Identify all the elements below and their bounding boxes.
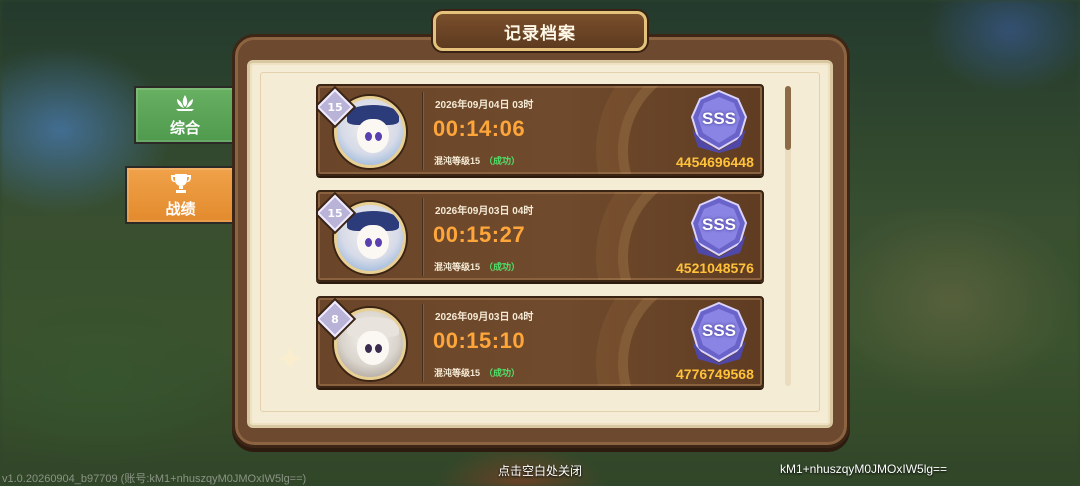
record-date: 2026年09月03日 04时: [435, 312, 534, 323]
level-badge-value: 8: [331, 312, 339, 326]
record-score: 4454696448: [676, 154, 754, 170]
record-difficulty: 混沌等级15 （成功）: [434, 154, 520, 167]
record-status: （成功）: [484, 368, 521, 378]
record-time: 00:15:10: [433, 328, 526, 353]
record-card[interactable]: 8 2026年09月03日 04时 00:15:10 混沌等级15 （成功） SS…: [316, 296, 764, 388]
rank-label: SSS: [701, 109, 737, 128]
trophy-icon: [169, 172, 193, 198]
level-badge-value: 15: [327, 206, 343, 220]
lotus-icon: [173, 93, 197, 117]
tab-general-label: 综合: [169, 118, 200, 137]
panel-title: 记录档案: [504, 23, 576, 44]
difficulty-label: 混沌等级15: [434, 262, 481, 272]
tab-record-label: 战绩: [165, 199, 196, 218]
account-id: kM1+nhuszqyM0JMOxIW5lg==: [780, 462, 948, 476]
card-divider: [422, 198, 423, 276]
title-banner: 记录档案: [433, 11, 647, 51]
tab-record[interactable]: 战绩: [125, 166, 234, 224]
tab-general[interactable]: 综合: [134, 86, 234, 144]
record-status: （成功）: [484, 262, 521, 272]
record-card[interactable]: 15 2026年09月03日 04时 00:15:27 混沌等级15 （成功） S…: [316, 190, 764, 282]
record-date: 2026年09月04日 03时: [435, 100, 534, 111]
version-label: v1.0.20260904_b97709 (账号:kM1+nhuszqyM0JM…: [2, 473, 307, 485]
sparkle-icon: ✦: [276, 340, 305, 380]
rank-label: SSS: [701, 321, 737, 340]
record-card[interactable]: 15 2026年09月04日 03时 00:14:06 混沌等级15 （成功） S…: [316, 84, 764, 176]
scrollbar-thumb[interactable]: [785, 86, 791, 150]
record-score: 4521048576: [676, 260, 754, 276]
record-date: 2026年09月03日 04时: [435, 206, 534, 217]
record-time: 00:15:27: [433, 222, 526, 247]
rank-label: SSS: [701, 215, 737, 234]
card-divider: [422, 92, 423, 170]
difficulty-label: 混沌等级15: [434, 156, 481, 166]
record-difficulty: 混沌等级15 （成功）: [434, 366, 520, 379]
record-difficulty: 混沌等级15 （成功）: [434, 260, 520, 273]
record-time: 00:14:06: [433, 116, 526, 141]
level-badge-value: 15: [327, 100, 343, 114]
record-status: （成功）: [484, 156, 521, 166]
record-score: 4776749568: [676, 366, 754, 382]
difficulty-label: 混沌等级15: [434, 368, 481, 378]
card-divider: [422, 304, 423, 382]
